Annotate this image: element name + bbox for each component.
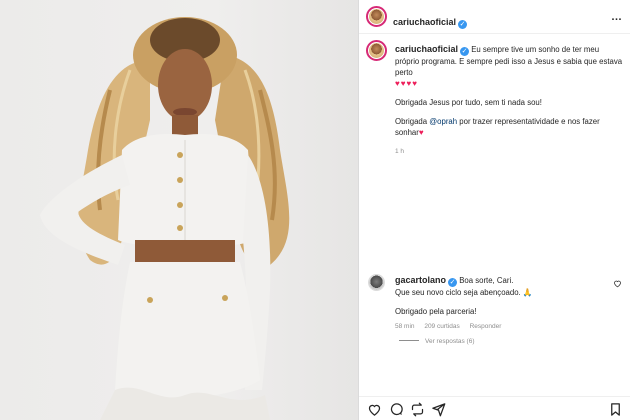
caption-text-2: Obrigada Jesus por tudo, sem ti nada sou… [395,98,542,107]
post-caption: cariuchaoficial ✓ Eu sempre tive um sonho… [395,44,623,157]
view-replies-label: Ver respostas (6) [425,338,475,345]
comment-text-2: Que seu novo ciclo seja abençoado. 🙏 [395,288,533,297]
share-icon[interactable] [431,402,446,417]
comment-text-1: Boa sorte, Cari. [459,276,514,285]
reply-button[interactable]: Responder [470,323,502,330]
verified-icon: ✓ [458,20,468,29]
verified-icon: ✓ [448,278,458,287]
commenter-avatar[interactable] [368,274,385,291]
comment-time: 58 min [395,323,415,330]
comment: gacartolano ✓ Boa sorte, Cari. Que seu no… [395,275,615,332]
caption-avatar[interactable] [366,40,387,61]
mention-link[interactable]: @oprah [429,117,457,126]
post-panel: cariuchaoficial ✓ … cariuchaoficial ✓ Eu s… [358,0,630,420]
verified-icon: ✓ [460,47,470,56]
bookmark-icon[interactable] [608,402,623,417]
post-photo [0,0,358,420]
comment-likes[interactable]: 209 curtidas [424,323,459,330]
comment-like-icon[interactable] [613,279,622,290]
more-options-icon[interactable]: … [611,11,623,23]
caption-heart-emoji: ♥ [418,128,425,137]
post-time: 1 h [395,148,405,155]
view-replies-button[interactable]: Ver respostas (6) [399,338,475,345]
repost-icon[interactable] [410,402,425,417]
hearts-emoji: ♥♥♥♥ [395,79,418,88]
caption-username[interactable]: cariuchaoficial [395,44,458,54]
comment-text-3: Obrigado pela parceria! [395,307,477,316]
author-username[interactable]: cariuchaoficial [393,17,456,27]
caption-text-3-pre: Obrigada [395,117,430,126]
heart-icon[interactable] [367,402,382,417]
post-header: cariuchaoficial ✓ … [359,0,630,34]
commenter-username[interactable]: gacartolano [395,275,446,285]
action-bar [359,396,630,420]
comment-icon[interactable] [389,402,404,417]
avatar[interactable] [366,6,387,27]
